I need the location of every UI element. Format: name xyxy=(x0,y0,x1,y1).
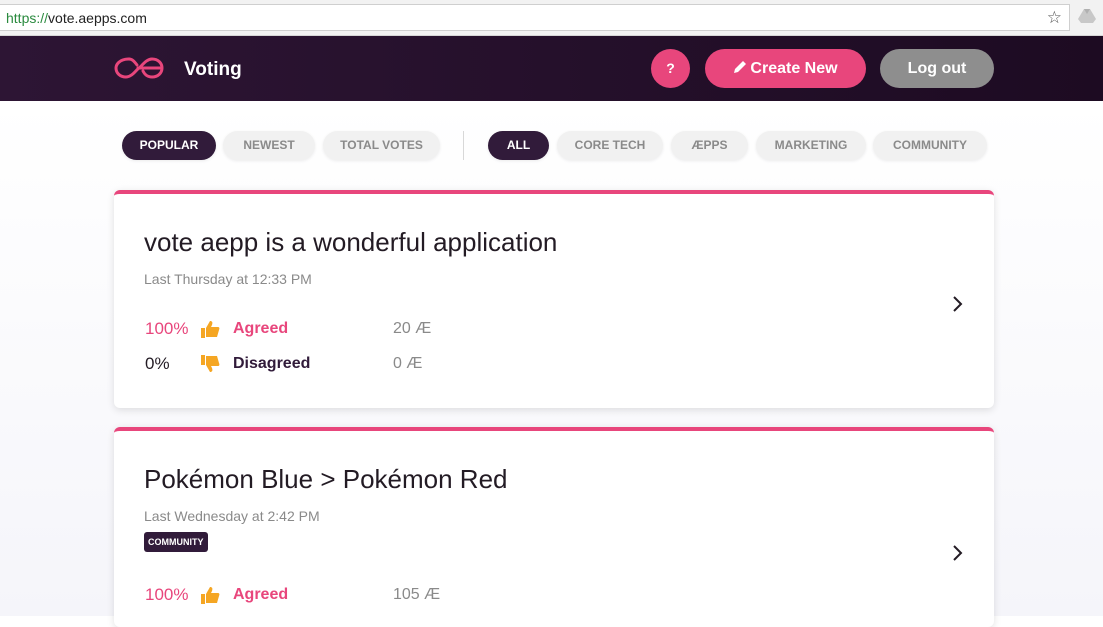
agree-percent: 100% xyxy=(145,585,189,604)
agree-label: Agreed xyxy=(233,320,289,337)
chevron-right-icon[interactable] xyxy=(952,544,964,562)
thumbs-down-icon[interactable] xyxy=(200,355,220,373)
agree-row: 100% Agreed 20 Æ xyxy=(114,317,994,341)
agree-amount: 105 Æ xyxy=(393,586,441,603)
url-host: vote.aepps.com xyxy=(48,10,147,26)
create-new-button[interactable]: Create New xyxy=(705,49,866,88)
thumbs-up-icon[interactable] xyxy=(200,320,220,338)
create-new-label: Create New xyxy=(750,60,838,77)
main-content: POPULAR NEWEST TOTAL VOTES ALL CORE TECH… xyxy=(0,101,1103,627)
aeternity-logo-icon[interactable] xyxy=(113,54,165,82)
agree-label: Agreed xyxy=(233,586,289,603)
bookmark-star-icon[interactable]: ☆ xyxy=(1047,8,1062,28)
agree-row: 100% Agreed 105 Æ xyxy=(114,583,994,607)
app-title: Voting xyxy=(184,59,242,80)
disagree-row: 0% Disagreed 0 Æ xyxy=(114,352,994,376)
poll-date: Last Thursday at 12:33 PM xyxy=(144,271,312,287)
help-button[interactable]: ? xyxy=(651,49,690,88)
disagree-amount: 0 Æ xyxy=(393,355,423,372)
poll-card[interactable]: vote aepp is a wonderful application Las… xyxy=(114,190,994,408)
category-core-tech[interactable]: CORE TECH xyxy=(557,131,663,160)
filter-popular[interactable]: POPULAR xyxy=(122,131,216,160)
drive-extension-icon[interactable] xyxy=(1078,9,1096,23)
poll-card[interactable]: Pokémon Blue > Pokémon Red Last Wednesda… xyxy=(114,427,994,627)
thumbs-up-icon[interactable] xyxy=(200,586,220,604)
category-community[interactable]: COMMUNITY xyxy=(873,131,987,160)
filter-divider xyxy=(463,131,464,160)
chevron-right-icon[interactable] xyxy=(952,295,964,313)
poll-title[interactable]: vote aepp is a wonderful application xyxy=(144,227,557,258)
category-all[interactable]: ALL xyxy=(488,131,549,160)
filter-newest[interactable]: NEWEST xyxy=(223,131,315,160)
disagree-percent: 0% xyxy=(145,354,170,373)
logout-button[interactable]: Log out xyxy=(880,49,994,88)
agree-percent: 100% xyxy=(145,319,189,338)
url-text[interactable]: https://vote.aepps.com xyxy=(6,10,147,26)
category-tag: COMMUNITY xyxy=(144,532,208,552)
category-aepps[interactable]: ÆPPS xyxy=(671,131,748,160)
address-bar[interactable]: https://vote.aepps.com ☆ xyxy=(0,4,1070,31)
pencil-icon xyxy=(734,61,747,73)
app-header: Voting ? Create New Log out xyxy=(0,36,1103,101)
poll-date: Last Wednesday at 2:42 PM xyxy=(144,508,320,524)
disagree-label: Disagreed xyxy=(233,355,311,372)
browser-toolbar: https://vote.aepps.com ☆ xyxy=(0,0,1103,36)
category-marketing[interactable]: MARKETING xyxy=(756,131,866,160)
filter-total-votes[interactable]: TOTAL VOTES xyxy=(323,131,440,160)
agree-amount: 20 Æ xyxy=(393,320,432,337)
url-scheme: https:// xyxy=(6,10,49,26)
poll-title[interactable]: Pokémon Blue > Pokémon Red xyxy=(144,464,508,495)
